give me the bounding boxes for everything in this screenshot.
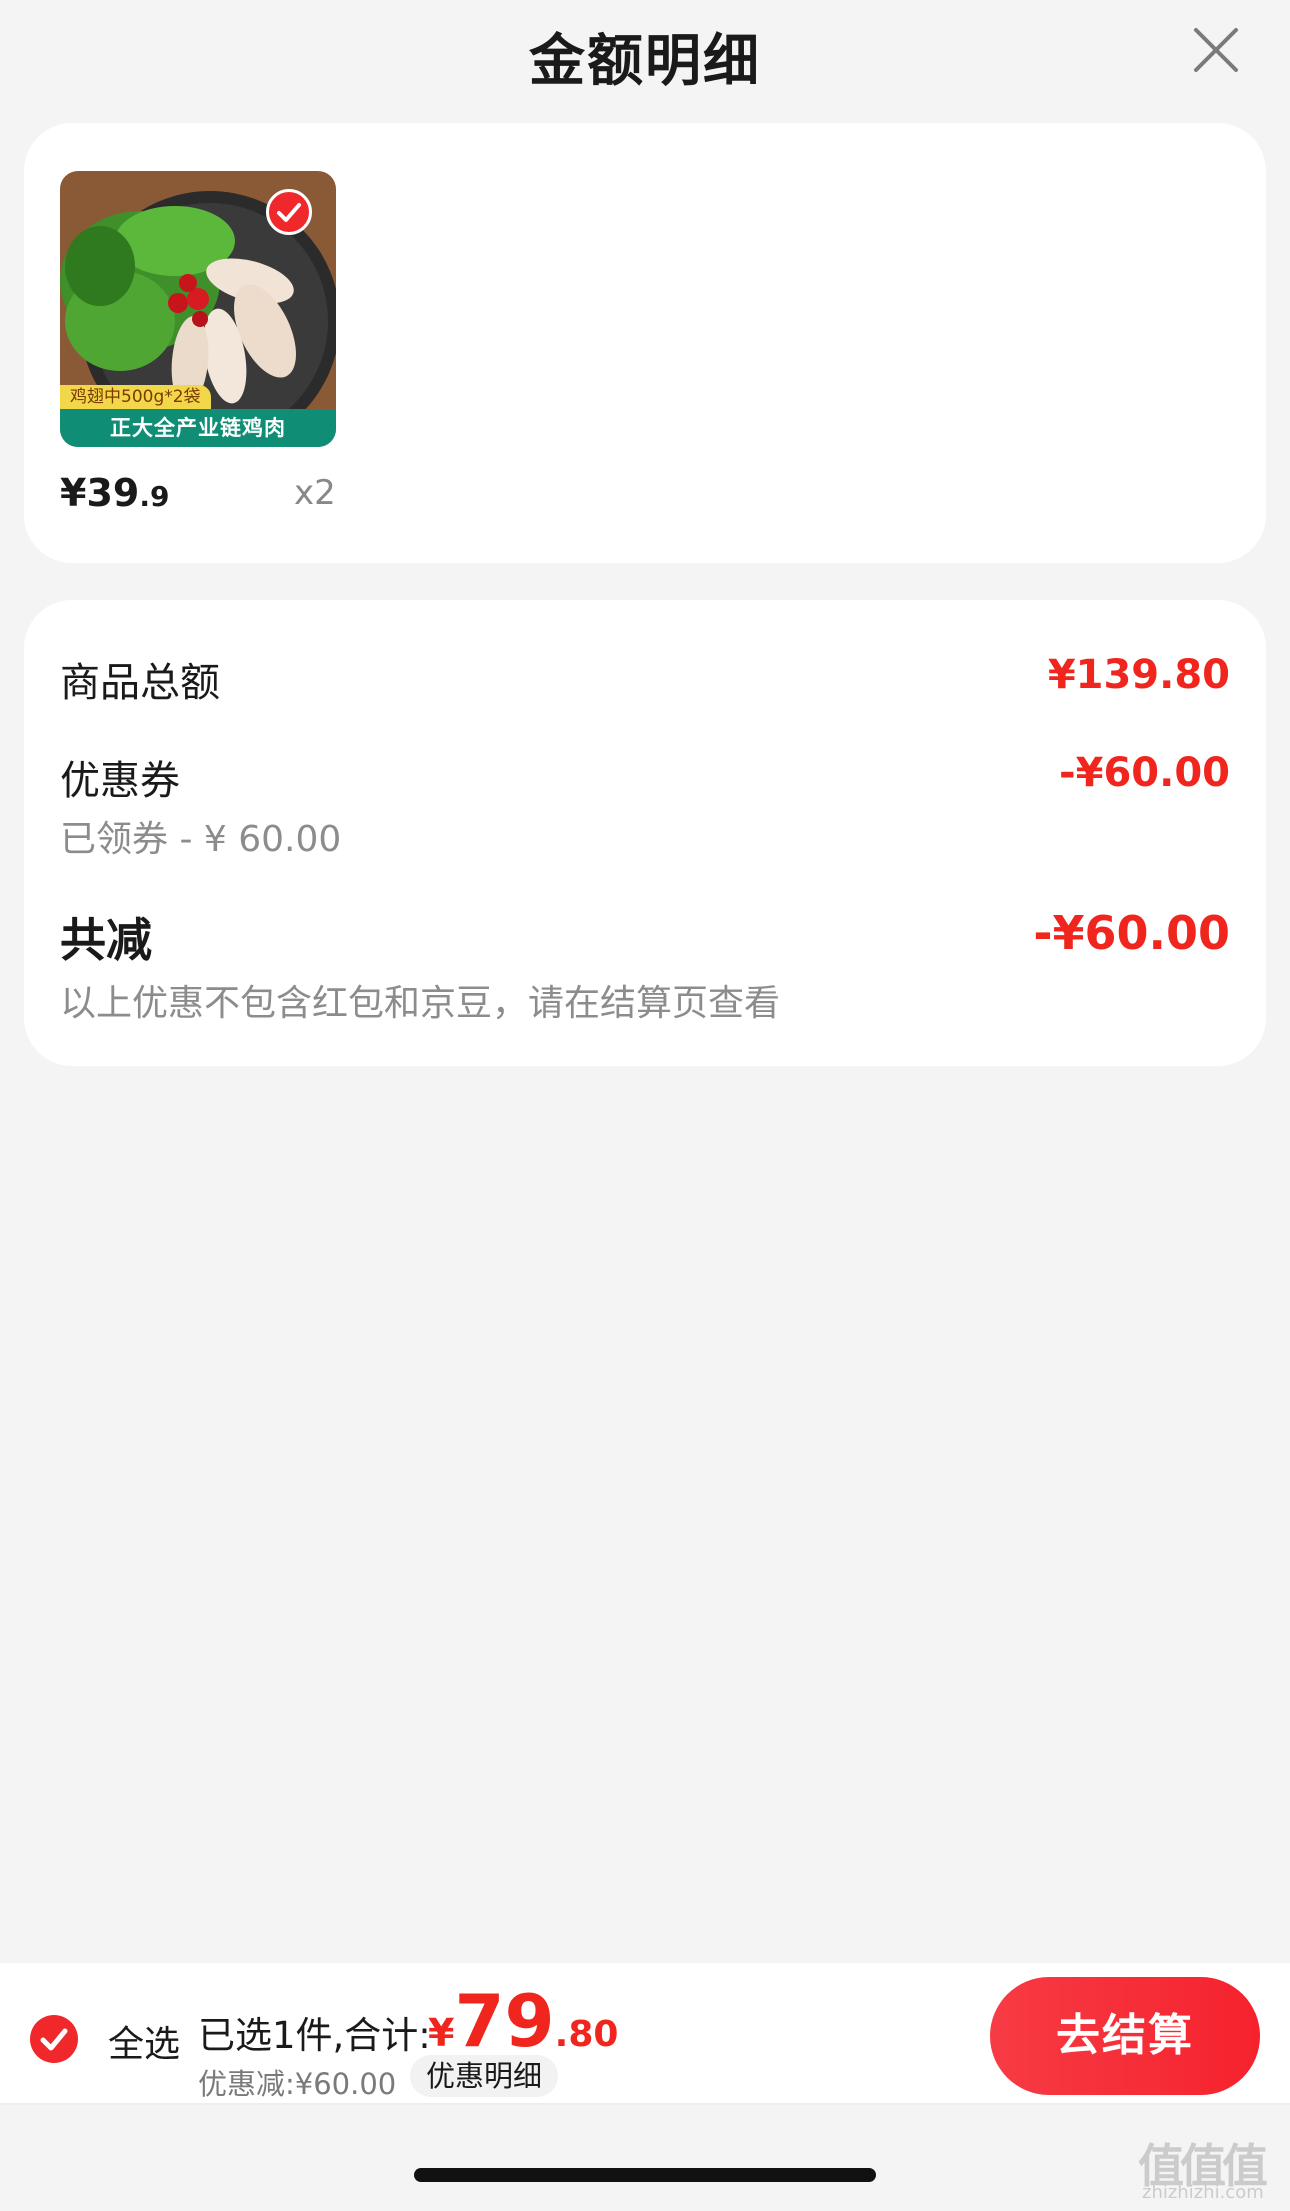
product-brand-banner: 正大全产业链鸡肉 bbox=[60, 409, 336, 447]
total-discount-value: -¥60.00 bbox=[1033, 906, 1230, 960]
product-image[interactable]: 鸡翅中500g*2袋 正大全产业链鸡肉 bbox=[60, 171, 336, 447]
product-badge: 鸡翅中500g*2袋 bbox=[60, 385, 211, 409]
goods-total-value: ¥139.80 bbox=[1047, 652, 1230, 698]
selected-count-text: 已选1件,合计: bbox=[198, 2014, 431, 2057]
select-all-label[interactable]: 全选 bbox=[108, 2015, 180, 2067]
checkout-bar: 全选 已选1件,合计: ¥79.80 优惠减:¥60.00 优惠明细 去结算 bbox=[0, 1963, 1290, 2105]
product-quantity: x2 bbox=[294, 473, 336, 513]
select-all-check-icon[interactable] bbox=[30, 2015, 78, 2063]
home-indicator[interactable] bbox=[414, 2168, 876, 2182]
sheet-header: 金额明细 bbox=[0, 0, 1290, 110]
goods-total-label: 商品总额 bbox=[60, 660, 220, 706]
total-price: ¥79.80 bbox=[428, 1979, 619, 2063]
product-price: ¥39.9 bbox=[60, 471, 170, 515]
coupon-label: 优惠券 bbox=[60, 758, 180, 804]
coupon-value: -¥60.00 bbox=[1059, 750, 1230, 796]
checkout-button[interactable]: 去结算 bbox=[990, 1977, 1260, 2095]
check-icon[interactable] bbox=[266, 189, 312, 235]
page-title: 金额明细 bbox=[529, 29, 761, 94]
watermark-url: zhizhizhi.com bbox=[1142, 2182, 1264, 2203]
site-watermark: 值值值 zhizhizhi.com bbox=[1130, 2130, 1280, 2206]
coupon-sub-text: 已领券 - ¥ 60.00 bbox=[60, 819, 342, 860]
price-summary-card: 商品总额 ¥139.80 优惠券 -¥60.00 已领券 - ¥ 60.00 共… bbox=[24, 600, 1266, 1066]
total-discount-label: 共减 bbox=[60, 913, 152, 967]
discount-note: 以上优惠不包含红包和京豆，请在结算页查看 bbox=[60, 983, 781, 1024]
close-icon[interactable] bbox=[1186, 20, 1246, 80]
product-card: 鸡翅中500g*2袋 正大全产业链鸡肉 ¥39.9 x2 bbox=[24, 123, 1266, 563]
discount-detail-button[interactable]: 优惠明细 bbox=[410, 2055, 559, 2097]
discount-amount-text: 优惠减:¥60.00 bbox=[198, 2067, 397, 2101]
